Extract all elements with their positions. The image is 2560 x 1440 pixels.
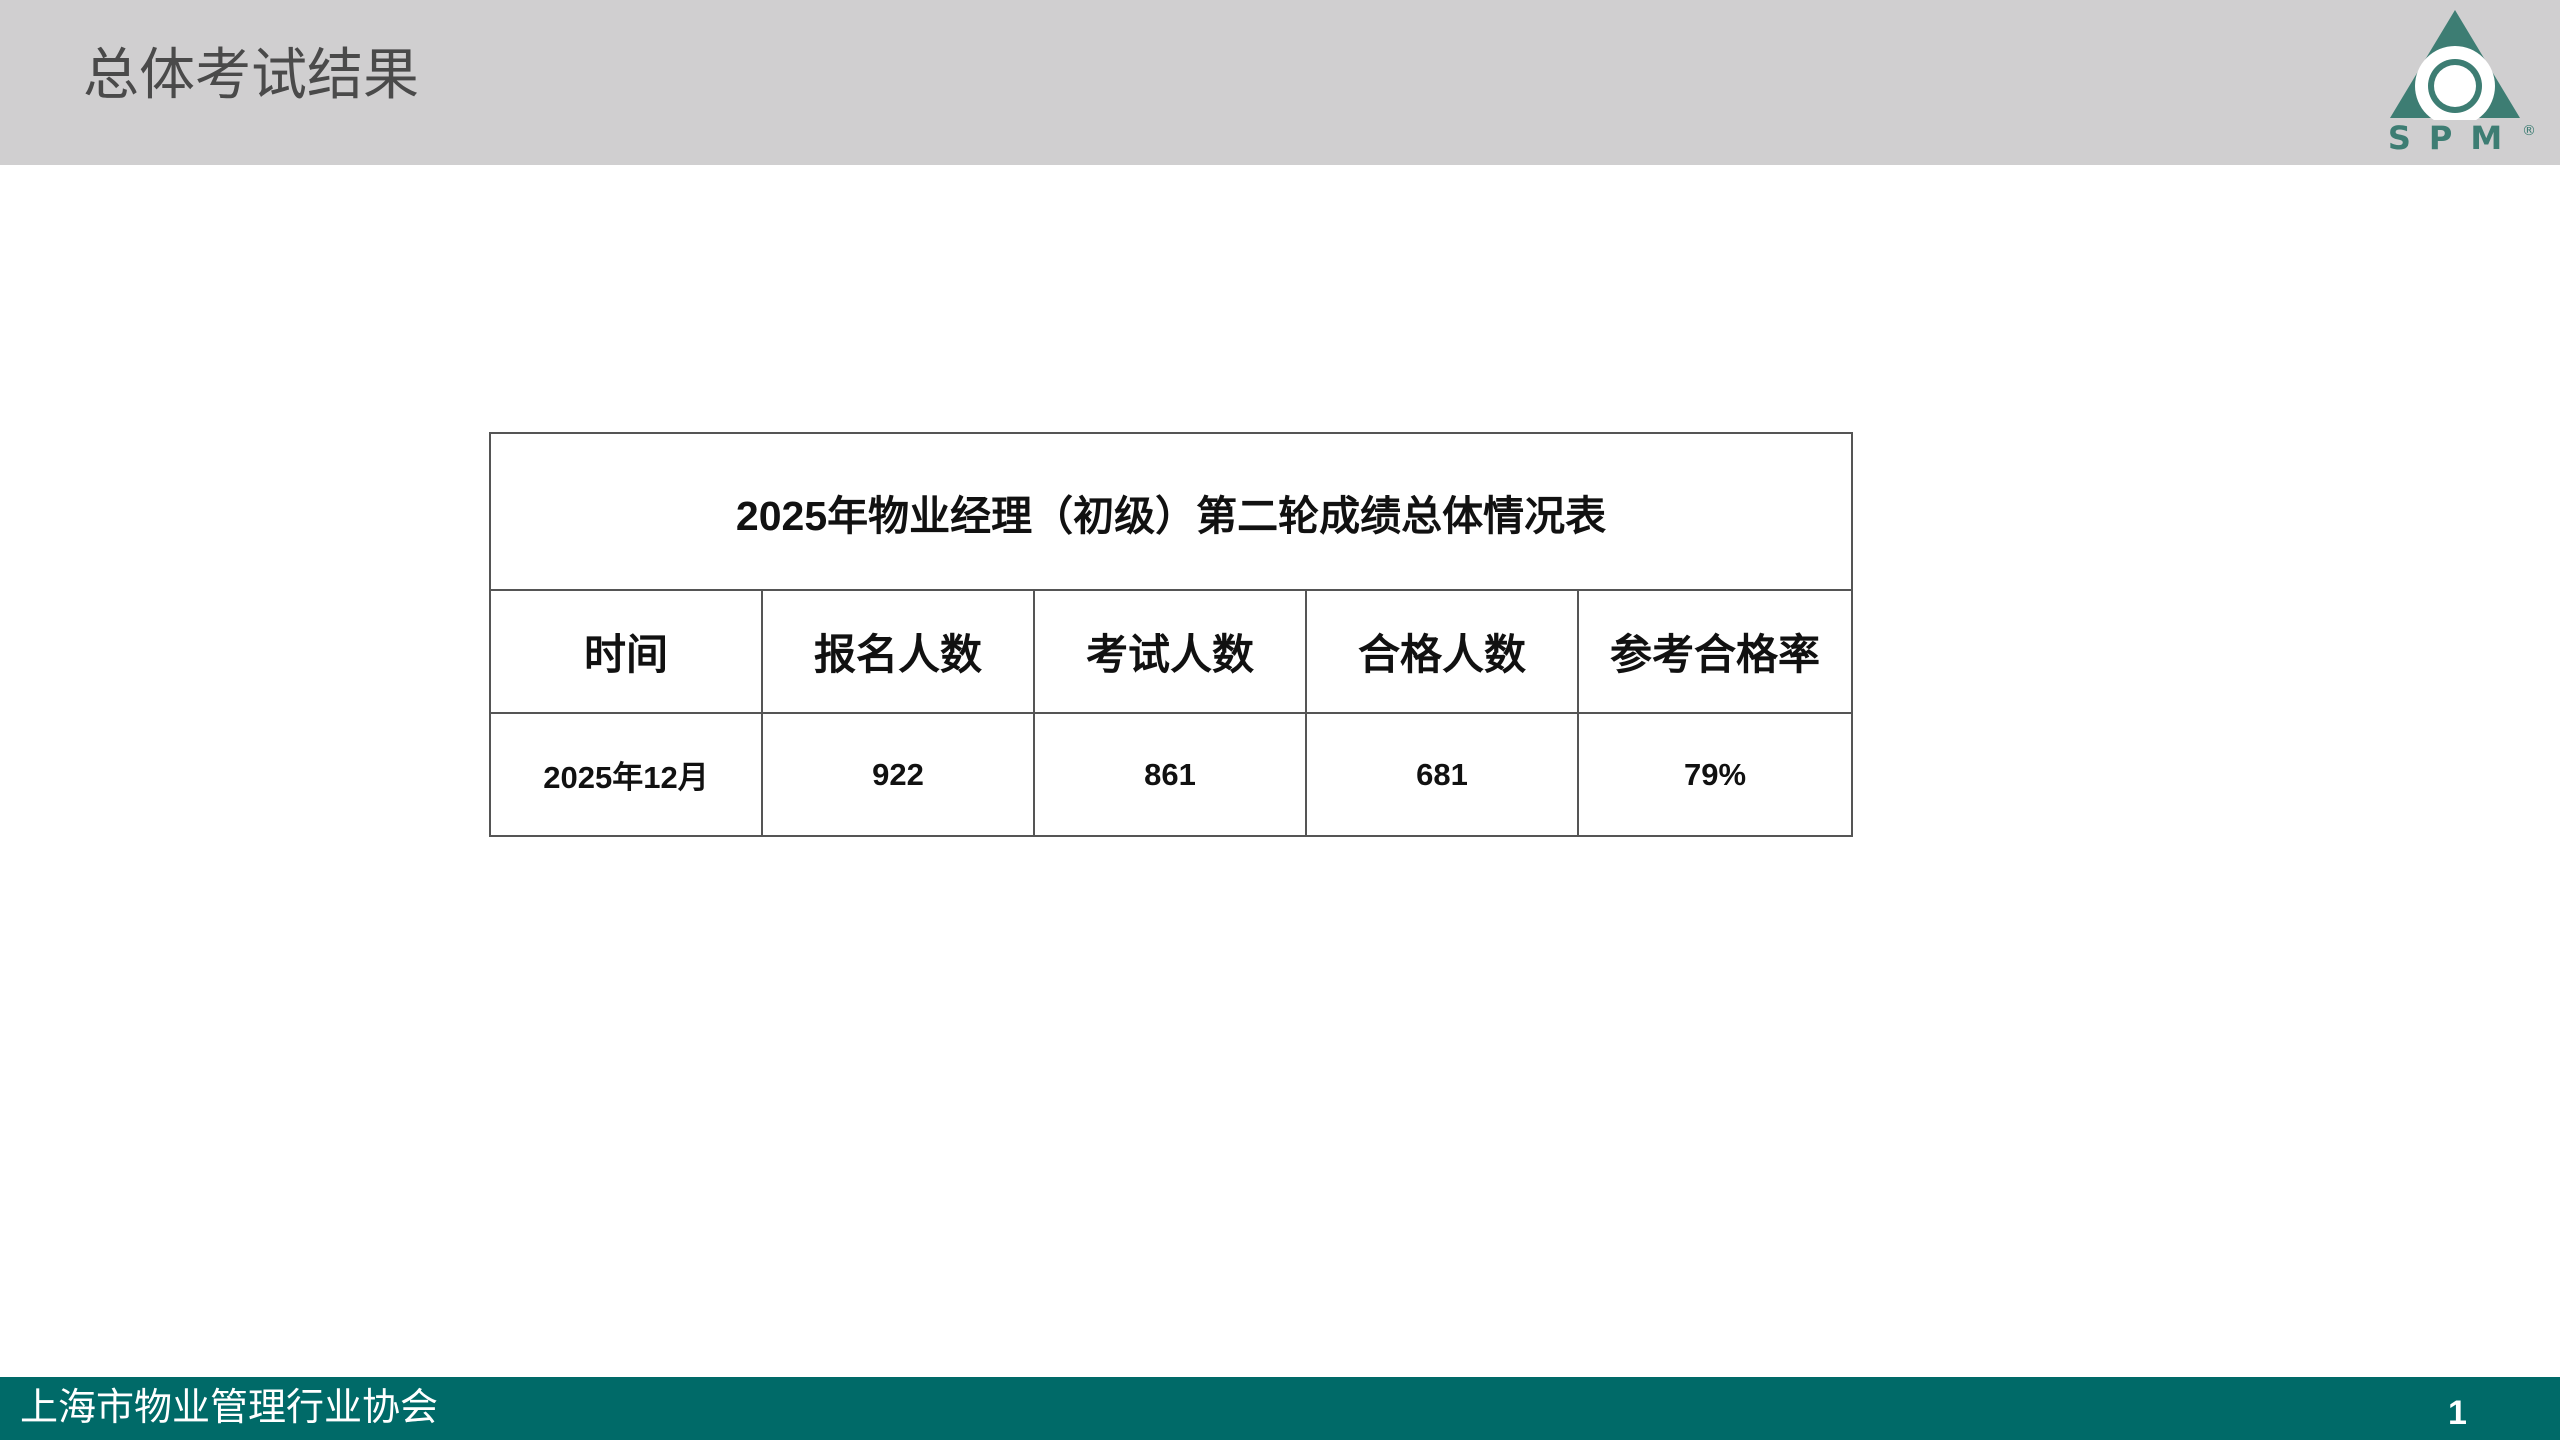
logo-text: SPM <box>2387 119 2521 157</box>
cell-passed: 681 <box>1305 712 1579 837</box>
column-header-examined: 考试人数 <box>1033 589 1307 714</box>
spm-logo: SPM ® <box>2380 8 2536 160</box>
cell-time: 2025年12月 <box>489 712 763 837</box>
table-row: 2025年12月 922 861 681 79% <box>489 712 1854 837</box>
slide-title: 总体考试结果 <box>83 43 419 108</box>
header-band: 总体考试结果 SPM ® <box>0 0 2560 165</box>
page-number: 1 <box>2448 1394 2467 1432</box>
table-caption: 2025年物业经理（初级）第二轮成绩总体情况表 <box>488 432 1854 591</box>
results-table: 2025年物业经理（初级）第二轮成绩总体情况表 时间 报名人数 考试人数 合格人… <box>488 432 1854 837</box>
table-header-row: 时间 报名人数 考试人数 合格人数 参考合格率 <box>489 589 1854 714</box>
table-caption-row: 2025年物业经理（初级）第二轮成绩总体情况表 <box>488 432 1854 591</box>
footer-band: 上海市物业管理行业协会 1 <box>0 1377 2560 1440</box>
cell-registered: 922 <box>761 712 1035 837</box>
spm-logo-icon <box>2390 10 2520 120</box>
column-header-registered: 报名人数 <box>761 589 1035 714</box>
footer-organization: 上海市物业管理行业协会 <box>20 1385 439 1429</box>
column-header-passed: 合格人数 <box>1305 589 1579 714</box>
slide: 总体考试结果 SPM ® 2025年物业经理（初级）第二轮成绩总体情况表 时间 <box>0 0 2560 1440</box>
cell-examined: 861 <box>1033 712 1307 837</box>
column-header-time: 时间 <box>489 589 763 714</box>
cell-pass-rate: 79% <box>1576 712 1854 837</box>
registered-mark: ® <box>2522 123 2536 139</box>
column-header-pass-rate: 参考合格率 <box>1576 589 1854 714</box>
